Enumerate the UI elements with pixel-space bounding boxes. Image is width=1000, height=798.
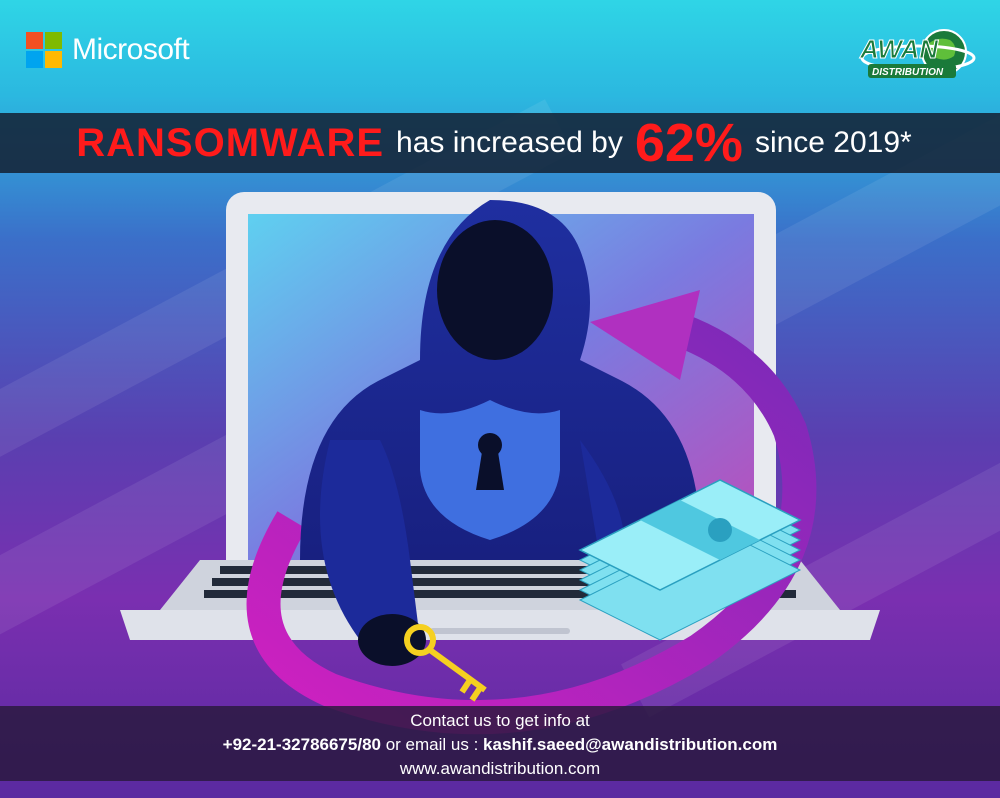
contact-intro: Contact us to get info at bbox=[410, 711, 590, 730]
headline-banner: RANSOMWARE has increased by 62% since 20… bbox=[0, 113, 1000, 173]
contact-footer: Contact us to get info at +92-21-3278667… bbox=[0, 706, 1000, 781]
headline-percent: 62% bbox=[634, 113, 743, 173]
contact-connector: or email us : bbox=[385, 735, 479, 754]
headline-suffix: since 2019* bbox=[754, 126, 912, 159]
contact-line: +92-21-32786675/80 or email us : kashif.… bbox=[223, 735, 778, 754]
headline-ransomware: RANSOMWARE bbox=[76, 120, 385, 165]
contact-website[interactable]: www.awandistribution.com bbox=[0, 757, 1000, 781]
headline-middle: has increased by bbox=[396, 126, 623, 159]
contact-email[interactable]: kashif.saeed@awandistribution.com bbox=[483, 735, 777, 754]
contact-phone[interactable]: +92-21-32786675/80 bbox=[223, 735, 381, 754]
ransomware-ad-canvas: Microsoft AWAN DISTRIBUTION RANSOMWARE h… bbox=[0, 0, 1000, 798]
